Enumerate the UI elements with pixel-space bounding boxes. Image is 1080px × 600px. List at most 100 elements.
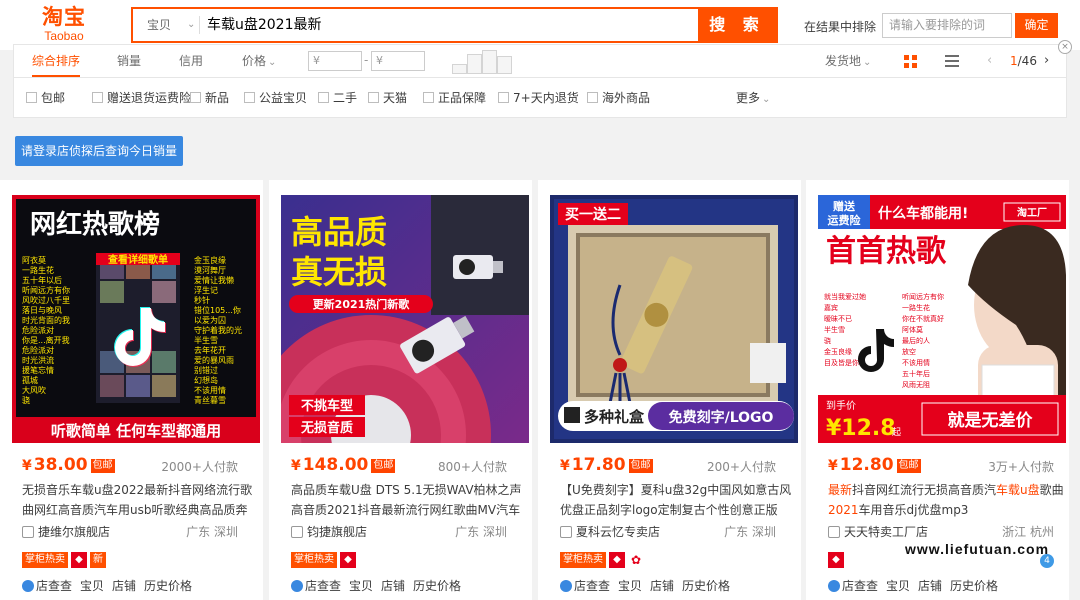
free-shipping-tag: 包邮 [371, 459, 396, 473]
search-type-label: 宝贝 [147, 18, 172, 32]
floating-badge-icon[interactable]: 4 [1040, 554, 1054, 568]
product-image[interactable]: 买一送二 多种礼盒 免费刻字/LOGO [550, 195, 798, 443]
search-input[interactable]: 车载u盘2021最新 [207, 9, 697, 41]
free-shipping-tag: 包邮 [896, 459, 921, 473]
checkbox[interactable] [190, 92, 201, 103]
link-shop[interactable]: 店铺 [112, 579, 136, 593]
shop-name[interactable]: 天天特卖工厂店 [828, 524, 928, 540]
search-type-select[interactable]: 宝贝 ⌄ [133, 9, 205, 41]
filter-7day-return[interactable]: 7+天内退货 [498, 91, 579, 107]
checkbox[interactable] [498, 92, 509, 103]
dianchacha-icon [828, 580, 840, 592]
link-dianchacha[interactable]: 店查查 [574, 579, 610, 593]
link-item[interactable]: 宝贝 [886, 579, 910, 593]
link-item[interactable]: 宝贝 [618, 579, 642, 593]
search-button[interactable]: 搜 索 [698, 9, 776, 41]
sort-default[interactable]: 综合排序 [32, 45, 81, 77]
checkbox[interactable] [587, 92, 598, 103]
filter-overseas[interactable]: 海外商品 [587, 91, 650, 107]
login-query-sales-button[interactable]: 请登录店侦探后查询今日销量 [15, 136, 183, 166]
product-card[interactable]: 买一送二 多种礼盒 免费刻字/LOGO ¥17.80 包邮 200+人付款 【U免… [538, 180, 801, 600]
svg-text:半生雪: 半生雪 [194, 335, 218, 345]
image-line1: 高品质 [291, 213, 387, 251]
filter-charity[interactable]: 公益宝贝 [244, 91, 307, 107]
product-card[interactable]: 高品质 真无损 更新2021热门新歌 不挑车型 无损音质 ¥148.00 包邮 8… [269, 180, 532, 600]
product-image[interactable]: 赠送 运费险 什么车都能用! 淘工厂 首首热歌 就当我爱过她 嘉宾 暧昧不已 半生雪… [818, 195, 1066, 443]
watermark: www.liefutuan.com [905, 541, 1050, 557]
product-card[interactable]: 赠送 运费险 什么车都能用! 淘工厂 首首热歌 就当我爱过她 嘉宾 暧昧不已 半生雪… [806, 180, 1069, 600]
link-shop[interactable]: 店铺 [381, 579, 405, 593]
svg-text:大风吹: 大风吹 [22, 385, 46, 395]
exclude-input[interactable]: 请输入要排除的词 [882, 13, 1012, 38]
filter-more[interactable]: 更多 ⌄ [736, 91, 770, 107]
product-title[interactable]: 最新抖音网红流行无损高音质汽车载u盘歌曲 2021车用音乐dj优盘mp3 [828, 480, 1066, 520]
filter-tmall[interactable]: 天猫 [368, 91, 407, 107]
svg-text:五十年以后: 五十年以后 [22, 275, 62, 285]
filter-bar: 包邮 赠送退货运费险 新品 公益宝贝 二手 天猫 正品保障 7+天内退货 海外商… [13, 78, 1067, 118]
price-value: 148.00 [302, 455, 369, 475]
filter-new[interactable]: 新品 [190, 91, 229, 107]
ship-from-select[interactable]: 发货地 ⌄ [825, 45, 871, 77]
image-gift1: 赠送 [833, 199, 856, 213]
product-title[interactable]: 【U免费刻字】夏科u盘32g中国风如意古风优盘正品刻字logo定制复古个性创意正… [560, 480, 798, 520]
grid-view-icon[interactable] [904, 55, 917, 68]
image-tag: 买一送二 [565, 206, 621, 223]
sort-sales[interactable]: 销量 [117, 45, 141, 77]
product-image[interactable]: 网红热歌榜 查看详细歌单 阿衣莫 一路生花 五十年以后 听闻远方有你 风吹过八千里落… [12, 195, 260, 443]
filter-label: 新品 [205, 91, 230, 105]
title-highlight: 2021 [828, 503, 859, 517]
svg-text:金玉良缘: 金玉良缘 [824, 347, 852, 356]
link-price-history[interactable]: 历史价格 [144, 579, 192, 593]
checkbox[interactable] [92, 92, 103, 103]
filter-return-insurance[interactable]: 赠送退货运费险 [92, 91, 191, 107]
exclude-label: 在结果中排除 [804, 20, 877, 34]
link-shop[interactable]: 店铺 [650, 579, 674, 593]
svg-text:爱的暴风雨: 爱的暴风雨 [194, 355, 234, 365]
checkbox[interactable] [244, 92, 255, 103]
shop-name[interactable]: 钧捷旗舰店 [291, 524, 367, 540]
product-title[interactable]: 无损音乐车载u盘2022最新抖音网络流行歌曲网红高音质汽车用usb听歌经典高品质… [22, 480, 260, 520]
filter-label: 包邮 [41, 91, 66, 105]
checkbox[interactable] [423, 92, 434, 103]
link-item[interactable]: 宝贝 [349, 579, 373, 593]
sort-price[interactable]: 价格 ⌄ [242, 45, 276, 77]
exclude-confirm-button[interactable]: 确定 [1015, 13, 1058, 38]
filter-genuine[interactable]: 正品保障 [423, 91, 486, 107]
link-shop[interactable]: 店铺 [918, 579, 942, 593]
svg-text:嘉宾: 嘉宾 [824, 303, 838, 312]
link-dianchacha[interactable]: 店查查 [36, 579, 72, 593]
svg-text:骁: 骁 [824, 336, 831, 345]
price-to-input[interactable]: ¥ [371, 51, 425, 71]
svg-text:金玉良缘: 金玉良缘 [194, 255, 226, 265]
taobao-logo[interactable]: 淘宝 Taobao [34, 5, 94, 45]
image-gift: 多种礼盒 [584, 408, 645, 426]
link-price-history[interactable]: 历史价格 [950, 579, 998, 593]
link-dianchacha[interactable]: 店查查 [305, 579, 341, 593]
filter-free-shipping[interactable]: 包邮 [26, 91, 65, 107]
sort-credit[interactable]: 信用 [179, 45, 203, 77]
location: 浙江 杭州 [1002, 525, 1054, 539]
checkbox[interactable] [368, 92, 379, 103]
title-highlight: 最新 [828, 483, 853, 497]
link-dianchacha[interactable]: 店查查 [842, 579, 878, 593]
location: 广东 深圳 [455, 525, 507, 539]
price-range-bars-icon[interactable] [452, 50, 512, 74]
link-price-history[interactable]: 历史价格 [682, 579, 730, 593]
link-price-history[interactable]: 历史价格 [413, 579, 461, 593]
filter-used[interactable]: 二手 [318, 91, 357, 107]
close-icon[interactable]: × [1058, 40, 1072, 54]
product-image[interactable]: 高品质 真无损 更新2021热门新歌 不挑车型 无损音质 [281, 195, 529, 443]
product-title[interactable]: 高品质车载U盘 DTS 5.1无损WAV柏林之声高音质2021抖音最新流行网红歌… [291, 480, 529, 520]
price-from-input[interactable]: ¥ [308, 51, 362, 71]
product-card[interactable]: 网红热歌榜 查看详细歌单 阿衣莫 一路生花 五十年以后 听闻远方有你 风吹过八千里落… [0, 180, 263, 600]
shop-name[interactable]: 捷维尔旗舰店 [22, 524, 110, 540]
shop-icon [22, 526, 34, 538]
list-view-icon[interactable] [945, 55, 959, 67]
checkbox[interactable] [26, 92, 37, 103]
next-page-icon[interactable]: › [1044, 45, 1049, 77]
shop-name[interactable]: 夏科云忆专卖店 [560, 524, 660, 540]
prev-page-icon[interactable]: ‹ [987, 45, 992, 77]
checkbox[interactable] [318, 92, 329, 103]
link-item[interactable]: 宝贝 [80, 579, 104, 593]
svg-text:时光背面的我: 时光背面的我 [22, 315, 70, 325]
